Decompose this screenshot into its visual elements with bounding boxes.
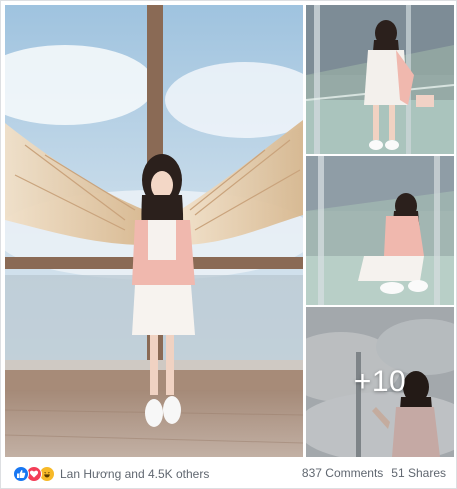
like-icon — [13, 466, 29, 482]
photo-thumb-3[interactable]: +10 — [306, 307, 454, 457]
photo-thumb-2[interactable] — [306, 156, 454, 305]
glass-floor-standing-photo — [306, 5, 454, 154]
photo-thumb-1[interactable] — [306, 5, 454, 154]
shares-count-link[interactable]: 51 Shares — [391, 466, 446, 480]
post-card: +10 Lan Hương and 4.5K others 837 Commen… — [0, 0, 457, 489]
reactions-label: Lan Hương and 4.5K others — [60, 467, 210, 481]
glass-floor-sitting-photo — [306, 156, 454, 305]
post-stats: 837 Comments 51 Shares — [302, 466, 446, 480]
angel-wings-photo — [5, 5, 303, 457]
photo-main[interactable] — [5, 5, 303, 457]
comments-count-link[interactable]: 837 Comments — [302, 466, 383, 480]
more-photos-overlay[interactable]: +10 — [306, 307, 454, 457]
post-footer: Lan Hương and 4.5K others 837 Comments 5… — [1, 459, 457, 489]
reactions-summary[interactable]: Lan Hương and 4.5K others — [13, 465, 209, 483]
more-photos-count: +10 — [353, 365, 407, 398]
